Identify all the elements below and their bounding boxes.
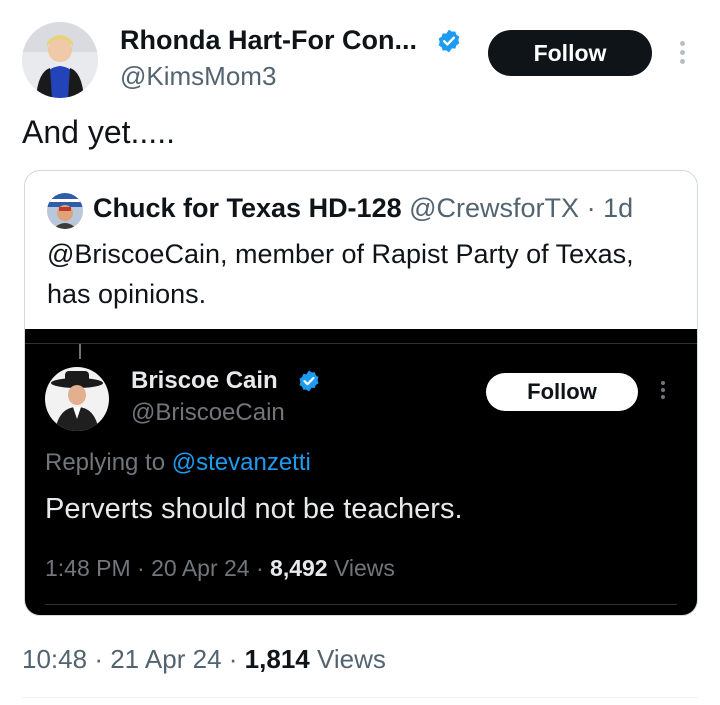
embedded-date[interactable]: 20 Apr 24 [151, 555, 249, 581]
author-avatar[interactable] [22, 22, 98, 98]
embedded-follow-button[interactable]: Follow [486, 373, 638, 411]
quote-avatar-image [47, 193, 83, 229]
bottom-divider [45, 604, 677, 605]
embedded-separator: · [137, 555, 145, 581]
verified-badge-icon [299, 370, 319, 392]
embedded-author-avatar[interactable] [45, 367, 109, 431]
embedded-author-name[interactable]: Briscoe Cain [131, 367, 278, 395]
follow-button[interactable]: Follow [488, 30, 652, 76]
embedded-separator: · [255, 555, 264, 581]
tweet-time[interactable]: 10:48 [22, 644, 87, 674]
tweet-views-label: Views [316, 644, 386, 674]
quote-separator: · [586, 193, 596, 223]
thread-line [79, 343, 81, 359]
embedded-avatar-image [45, 367, 109, 431]
quote-tweet-card[interactable]: Chuck for Texas HD-128 @CrewsforTX · 1d … [24, 170, 698, 616]
tweet-separator: · [228, 644, 238, 674]
author-name[interactable]: Rhonda Hart-For Con... [120, 25, 417, 56]
replying-to-label: Replying to [45, 449, 166, 476]
tweet-views-count: 1,814 [244, 644, 310, 674]
more-dots-icon[interactable] [658, 381, 668, 399]
replying-to-handle[interactable]: @stevanzetti [172, 449, 311, 476]
more-dots-icon[interactable] [676, 41, 688, 64]
verified-badge-icon [438, 29, 460, 53]
embedded-views-count: 8,492 [270, 555, 328, 581]
footer-divider [22, 697, 698, 698]
top-divider [25, 343, 697, 344]
quote-text-line-1: @BriscoeCain, member of Rapist Party of … [47, 239, 634, 269]
tweet-separator: · [94, 644, 103, 674]
quote-text-line-2: has opinions. [47, 279, 207, 309]
embedded-author-handle[interactable]: @BriscoeCain [131, 399, 285, 427]
embedded-views-label: Views [333, 555, 395, 581]
quote-age[interactable]: 1d [603, 193, 633, 223]
quote-author-avatar[interactable] [47, 193, 83, 229]
quote-author-handle[interactable]: @CrewsforTX [409, 193, 579, 223]
tweet-date[interactable]: 21 Apr 24 [110, 644, 221, 674]
tweet-text: And yet..... [22, 114, 175, 150]
quote-author-name[interactable]: Chuck for Texas HD-128 [93, 193, 402, 223]
author-avatar-image [22, 22, 98, 98]
author-handle[interactable]: @KimsMom3 [120, 61, 276, 92]
embedded-tweet-image[interactable]: Briscoe Cain @BriscoeCain Follow Replyin… [25, 329, 697, 615]
embedded-time[interactable]: 1:48 PM [45, 555, 131, 581]
embedded-tweet-text: Perverts should not be teachers. [45, 493, 463, 525]
